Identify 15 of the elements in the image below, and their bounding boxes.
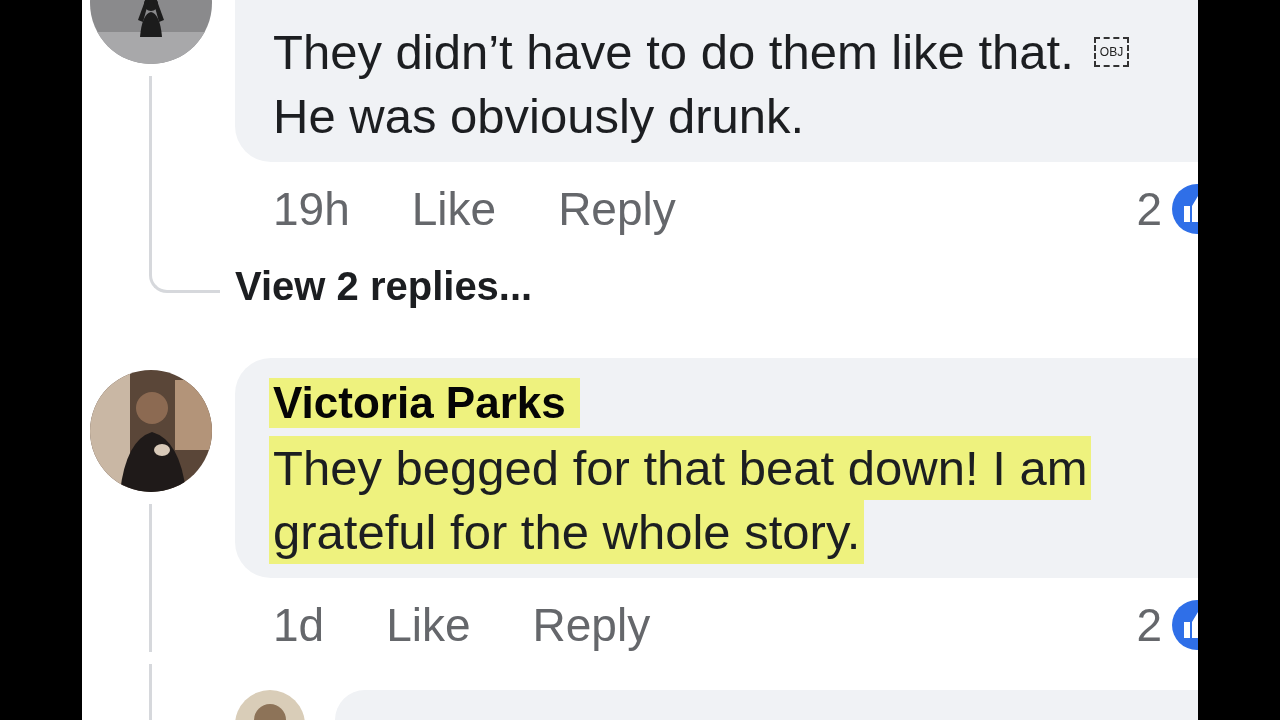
like-button[interactable]: Like bbox=[386, 598, 471, 652]
reply-button[interactable]: Reply bbox=[532, 598, 651, 652]
comment-text: They didn’t have to do them like that. bbox=[272, 24, 1075, 81]
comment-time: 19h bbox=[273, 182, 350, 236]
view-replies-link[interactable]: View 2 replies... bbox=[235, 262, 533, 310]
like-button[interactable]: Like bbox=[411, 182, 497, 236]
reaction-count: 2 bbox=[1136, 182, 1162, 236]
comment-time: 1d bbox=[273, 598, 325, 652]
reaction-count: 2 bbox=[1136, 598, 1162, 652]
comment-text: They begged for that beat down! I am bbox=[269, 436, 1092, 500]
object-marker: OBJ bbox=[1093, 37, 1130, 67]
reply-button[interactable]: Reply bbox=[558, 182, 676, 236]
comment-text: He was obviously drunk. bbox=[272, 88, 806, 145]
author-name[interactable]: Victoria Parks bbox=[269, 378, 580, 428]
comment-text: grateful for the whole story. bbox=[269, 500, 865, 564]
